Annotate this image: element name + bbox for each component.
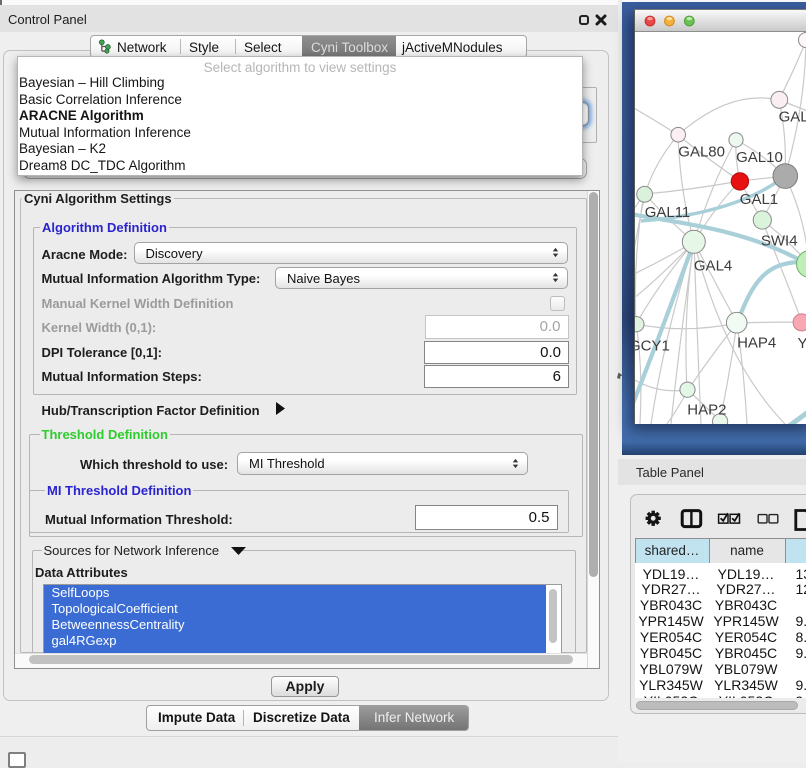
svg-text:YE: YE xyxy=(798,335,806,352)
svg-text:HAP4: HAP4 xyxy=(737,334,776,351)
svg-text:GAL10: GAL10 xyxy=(736,149,783,166)
svg-text:GAL80: GAL80 xyxy=(678,143,725,160)
svg-text:GAL4: GAL4 xyxy=(694,258,732,275)
svg-text:SWI4: SWI4 xyxy=(761,233,798,250)
svg-text:GAL11: GAL11 xyxy=(645,204,691,221)
svg-text:GAL1: GAL1 xyxy=(740,191,778,208)
svg-text:HAP2: HAP2 xyxy=(687,402,726,419)
svg-text:GCY1: GCY1 xyxy=(635,337,670,354)
svg-text:GAL2: GAL2 xyxy=(779,109,806,126)
